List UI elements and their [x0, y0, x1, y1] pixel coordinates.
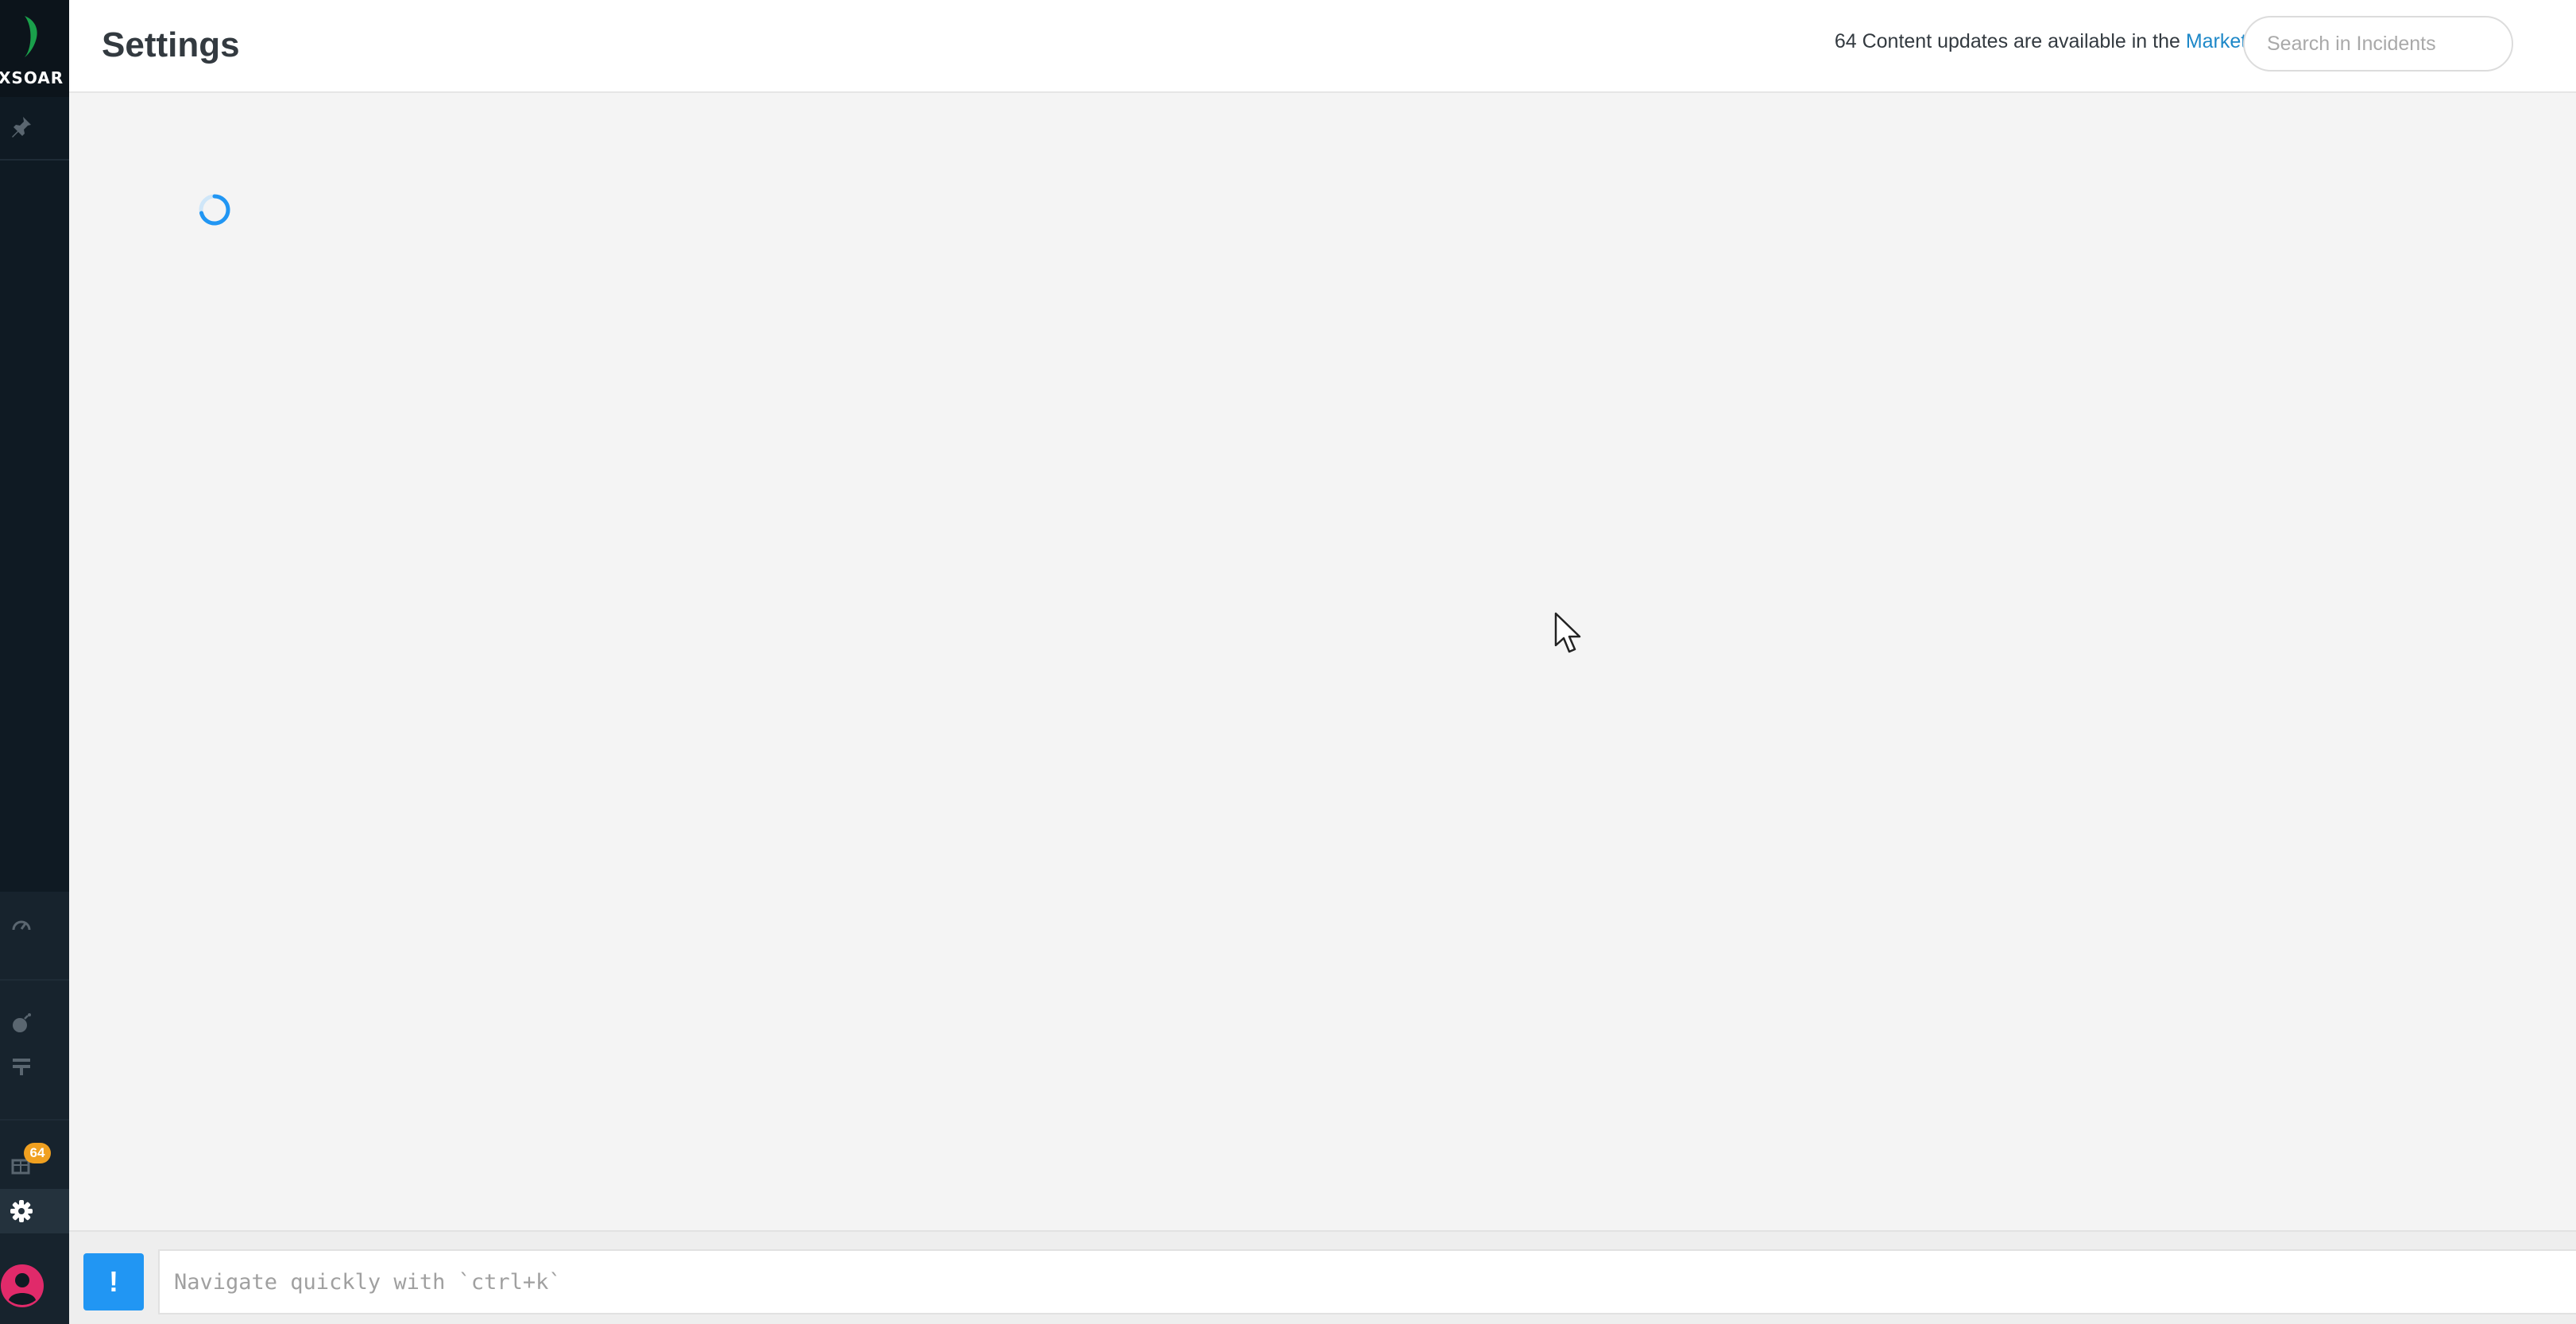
- quick-navigate-input[interactable]: [158, 1249, 2576, 1314]
- sidebar-item-playbooks[interactable]: [6, 1051, 37, 1081]
- sidebar-divider: [0, 159, 69, 161]
- avatar-icon: [1, 1264, 44, 1307]
- alert-button[interactable]: !: [83, 1253, 144, 1310]
- mouse-cursor-icon: [1554, 612, 1581, 653]
- settings-content: [69, 93, 2576, 1229]
- sidebar: XSOAR 64: [0, 0, 69, 1324]
- search-incidents-input[interactable]: [2243, 16, 2513, 72]
- sidebar-item-settings[interactable]: [0, 1189, 69, 1233]
- flow-icon: [13, 1059, 30, 1075]
- top-header: Settings 64 Content updates are availabl…: [69, 0, 2576, 93]
- loading-spinner-icon: [199, 194, 230, 226]
- content-updates-text: 64 Content updates are available in the: [1834, 30, 2186, 52]
- bomb-icon: [13, 1013, 31, 1032]
- content-updates-notice: 64 Content updates are available in the …: [1835, 30, 2294, 53]
- app-root: XSOAR 64 Settings 64 Content updates are…: [0, 0, 2576, 1324]
- sidebar-item-user[interactable]: [0, 1264, 44, 1308]
- page-title: Settings: [102, 25, 240, 64]
- sidebar-brand[interactable]: XSOAR: [0, 0, 69, 97]
- gear-icon: [10, 1200, 33, 1222]
- xsoar-logo-icon: [7, 16, 37, 57]
- gauge-icon: [12, 920, 31, 931]
- marketplace-updates-badge: 64: [24, 1143, 51, 1163]
- sidebar-lower-section: [0, 892, 69, 1324]
- sidebar-item-dashboard[interactable]: [6, 911, 37, 941]
- sidebar-divider: [0, 1119, 69, 1121]
- sidebar-divider: [0, 979, 69, 981]
- quick-nav-bar: !: [69, 1230, 2576, 1324]
- sidebar-item-threat-intel[interactable]: [6, 1008, 37, 1038]
- sidebar-item-pin[interactable]: [6, 111, 37, 141]
- pin-icon: [12, 117, 31, 137]
- sidebar-item-settings-icon-wrap: [6, 1196, 37, 1226]
- brand-name: XSOAR: [0, 68, 64, 87]
